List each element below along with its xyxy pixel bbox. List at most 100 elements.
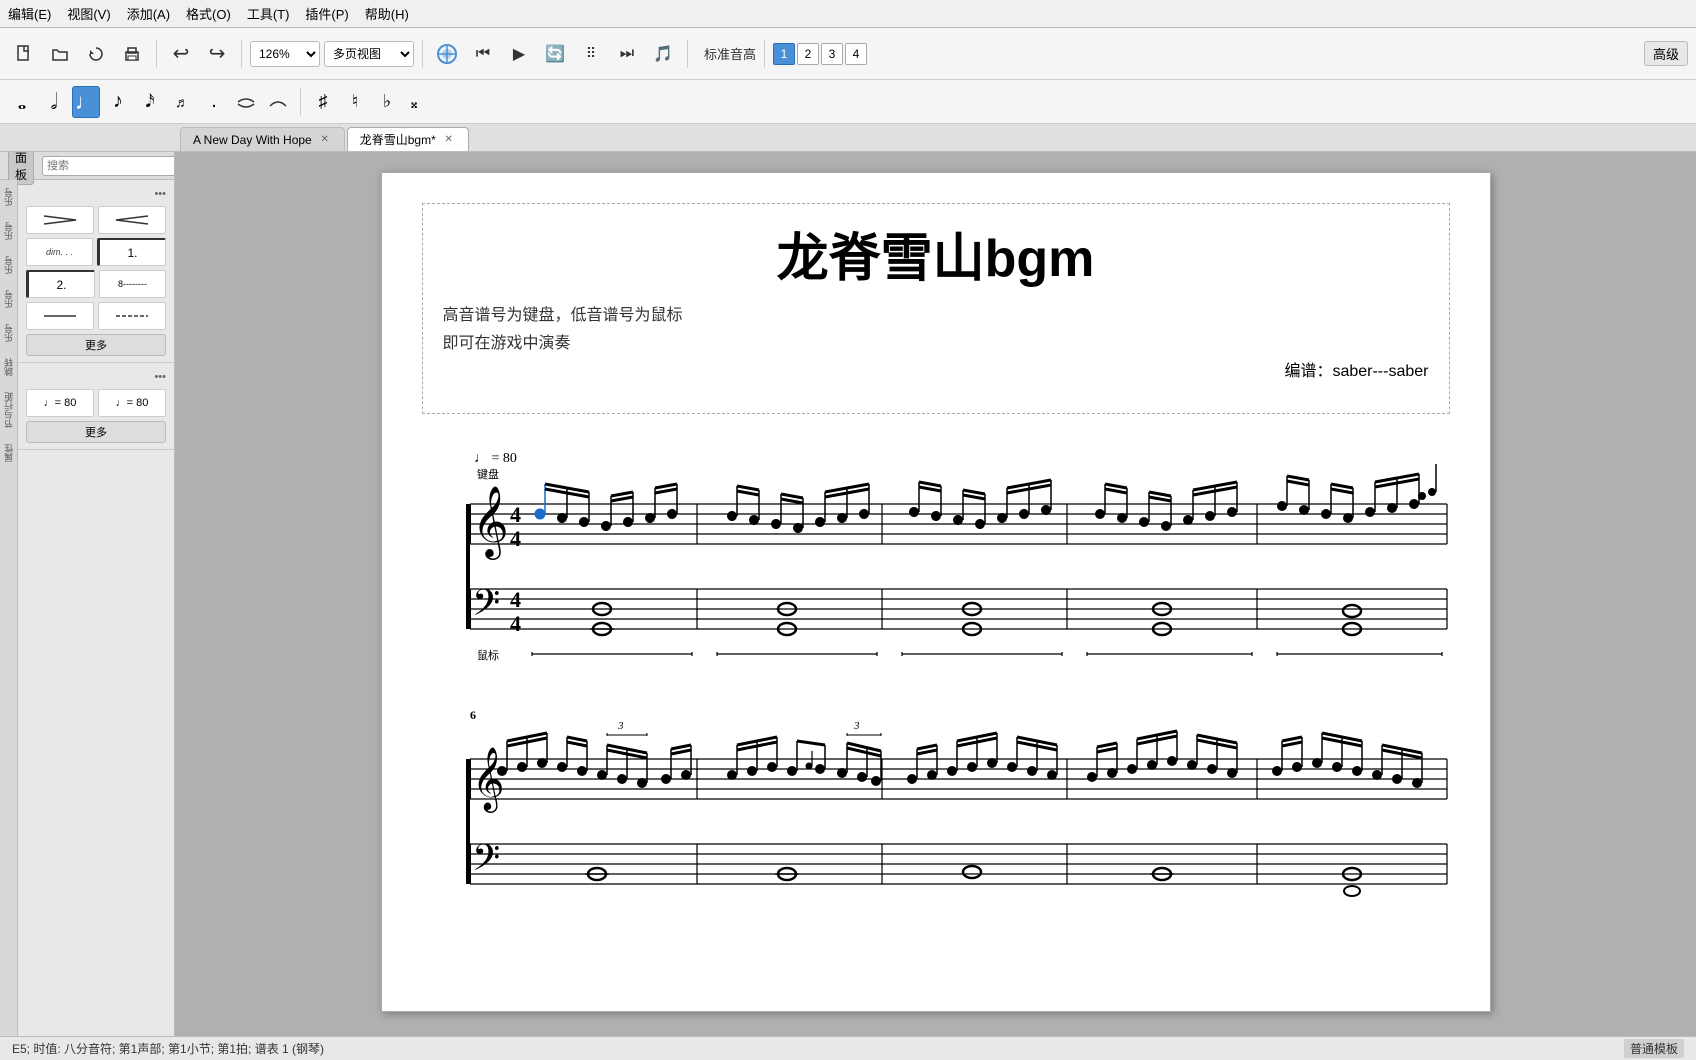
menu-help[interactable]: 帮助(H) bbox=[365, 4, 409, 23]
measure-6-number: 6 bbox=[470, 708, 476, 722]
decrescendo-symbol[interactable] bbox=[98, 206, 166, 234]
svg-text:4: 4 bbox=[510, 526, 521, 551]
line-symbol1[interactable] bbox=[26, 302, 94, 330]
tab-longji-close[interactable]: ✕ bbox=[442, 133, 456, 147]
mixer-button[interactable] bbox=[431, 38, 463, 70]
tempo-more-dots[interactable]: ••• bbox=[150, 369, 170, 385]
voice-2-button[interactable]: 2 bbox=[797, 43, 819, 65]
mode-label: 普通模板 bbox=[1624, 1039, 1684, 1058]
tempo-more-btn[interactable]: 更多 bbox=[26, 421, 166, 443]
dotted-note-button[interactable]: . bbox=[200, 86, 228, 118]
eighth-note-button[interactable]: ♪ bbox=[104, 86, 132, 118]
quarter-note-button[interactable]: ♩ bbox=[72, 86, 100, 118]
undo-button[interactable]: ↩ bbox=[165, 38, 197, 70]
tempo-row: ♩= 80 ♩= 80 bbox=[18, 387, 174, 419]
side-label-spacing[interactable]: 节与行距 bbox=[0, 384, 17, 436]
menu-view[interactable]: 视图(V) bbox=[67, 4, 110, 23]
natural-button[interactable]: ♮ bbox=[341, 86, 369, 118]
sixteenth-note-button[interactable]: 𝅘𝅥𝅯 bbox=[136, 86, 164, 118]
svg-text:4: 4 bbox=[510, 611, 521, 636]
dynamics-row1 bbox=[18, 204, 174, 236]
menu-bar: 编辑(E) 视图(V) 添加(A) 格式(O) 工具(T) 插件(P) 帮助(H… bbox=[0, 0, 1696, 28]
side-label-4[interactable]: 乐号 bbox=[0, 282, 17, 316]
svg-text:键盘: 键盘 bbox=[477, 467, 499, 481]
score-header: 龙脊雪山bgm 高音谱号为键盘，低音谱号为鼠标 即可在游戏中演奏 编谱：sabe… bbox=[422, 203, 1450, 414]
double-sharp-button[interactable]: 𝄪 bbox=[405, 86, 433, 118]
treble-staff: 𝄞 4 4 bbox=[470, 464, 1447, 560]
standard-pitch-label: 标准音高 bbox=[704, 44, 756, 63]
print-button[interactable] bbox=[116, 38, 148, 70]
zoom-select[interactable]: 126% 100% 75% 150% bbox=[250, 41, 320, 67]
search-input[interactable] bbox=[42, 156, 175, 176]
tempo-value-1: ♩= 80 bbox=[44, 397, 77, 409]
dim-symbol[interactable]: dim. . . bbox=[26, 238, 93, 266]
crescendo-symbol[interactable] bbox=[26, 206, 94, 234]
tab-new-day[interactable]: A New Day With Hope ✕ bbox=[180, 127, 345, 151]
side-label-5[interactable]: 乐号 bbox=[0, 316, 17, 350]
menu-plugins[interactable]: 插件(P) bbox=[305, 4, 348, 23]
voice-4-button[interactable]: 4 bbox=[845, 43, 867, 65]
thirty-second-note-button[interactable]: ♬ bbox=[168, 86, 196, 118]
svg-text:𝄢: 𝄢 bbox=[472, 583, 500, 632]
refresh-button[interactable] bbox=[80, 38, 112, 70]
tab-longji[interactable]: 龙脊雪山bgm* ✕ bbox=[347, 127, 469, 151]
voice-1-button[interactable]: 1 bbox=[773, 43, 795, 65]
half-note-button[interactable]: 𝅗𝅥 bbox=[40, 86, 68, 118]
play-button[interactable]: ▶ bbox=[503, 38, 535, 70]
line-symbol2[interactable] bbox=[98, 302, 166, 330]
tab-new-day-close[interactable]: ✕ bbox=[318, 133, 332, 147]
tempo-box-1[interactable]: ♩= 80 bbox=[26, 389, 94, 417]
side-label-2[interactable]: 乐号 bbox=[0, 214, 17, 248]
metronome-button[interactable]: ⠿ bbox=[575, 38, 607, 70]
menu-edit[interactable]: 编辑(E) bbox=[8, 4, 51, 23]
selected-note[interactable] bbox=[535, 509, 545, 519]
tempo-box-2[interactable]: ♩= 80 bbox=[98, 389, 166, 417]
dynamics-more-dots[interactable]: ••• bbox=[150, 186, 170, 202]
flat-button[interactable]: ♭ bbox=[373, 86, 401, 118]
tie-button[interactable] bbox=[232, 86, 260, 118]
side-label-3[interactable]: 乐号 bbox=[0, 248, 17, 282]
side-label-props[interactable]: 属性 bbox=[0, 436, 17, 470]
menu-add[interactable]: 添加(A) bbox=[127, 4, 170, 23]
svg-text:𝄢: 𝄢 bbox=[472, 838, 500, 887]
open-button[interactable] bbox=[44, 38, 76, 70]
voice-3-button[interactable]: 3 bbox=[821, 43, 843, 65]
dynamics-row3: 2. 8-------- bbox=[18, 268, 174, 300]
view-mode-select[interactable]: 多页视图 单页视图 bbox=[324, 41, 414, 67]
svg-text:3: 3 bbox=[853, 720, 860, 732]
bass-staff: 𝄢 4 4 bbox=[470, 583, 1447, 662]
volta-2-symbol[interactable]: 2. bbox=[26, 270, 95, 298]
go-end-button[interactable]: ⏭ bbox=[611, 38, 643, 70]
main-toolbar: ↩ ↪ 126% 100% 75% 150% 多页视图 单页视图 ⏮ ▶ 🔄 ⠿… bbox=[0, 28, 1696, 80]
main-area: 面板 ✕ 乐号 乐号 乐号 乐号 乐号 跳转 节与行距 属性 ••• bbox=[0, 152, 1696, 1036]
staff-svg-1: ♩ = 80 键盘 𝄞 bbox=[422, 434, 1452, 664]
whole-note-button[interactable]: 𝅝 bbox=[8, 86, 36, 118]
left-panel: 面板 ✕ 乐号 乐号 乐号 乐号 乐号 跳转 节与行距 属性 ••• bbox=[0, 152, 175, 1036]
svg-text:4: 4 bbox=[510, 502, 521, 527]
menu-tools[interactable]: 工具(T) bbox=[247, 4, 290, 23]
svg-text:鼠标: 鼠标 bbox=[477, 648, 499, 662]
svg-text:𝄞: 𝄞 bbox=[472, 486, 509, 560]
dynamics-more-btn[interactable]: 更多 bbox=[26, 334, 166, 356]
side-label-jump[interactable]: 跳转 bbox=[0, 350, 17, 384]
advanced-button[interactable]: 高级 bbox=[1644, 41, 1688, 66]
new-button[interactable] bbox=[8, 38, 40, 70]
octave-line-symbol[interactable]: 8-------- bbox=[99, 270, 166, 298]
slur-button[interactable] bbox=[264, 86, 292, 118]
loop-button[interactable]: 🔄 bbox=[539, 38, 571, 70]
redo-button[interactable]: ↪ bbox=[201, 38, 233, 70]
staff-system-1: ♩ = 80 键盘 𝄞 bbox=[422, 434, 1450, 669]
tab-new-day-label: A New Day With Hope bbox=[193, 133, 312, 147]
status-info: E5; 时值: 八分音符; 第1声部; 第1小节; 第1拍; 谱表 1 (钢琴) bbox=[12, 1040, 324, 1057]
score-arranger: 编谱：saber---saber bbox=[443, 357, 1429, 381]
tempo-value-2: ♩= 80 bbox=[116, 397, 149, 409]
sharp-button[interactable]: ♯ bbox=[309, 86, 337, 118]
svg-text:3: 3 bbox=[617, 720, 624, 732]
go-start-button[interactable]: ⏮ bbox=[467, 38, 499, 70]
tuner-button[interactable]: 🎵 bbox=[647, 38, 679, 70]
volta-1-symbol[interactable]: 1. bbox=[97, 238, 166, 266]
side-label-1[interactable]: 乐号 bbox=[0, 180, 17, 214]
svg-text:♩ = 80: ♩ = 80 bbox=[474, 451, 517, 466]
score-area[interactable]: 龙脊雪山bgm 高音谱号为键盘，低音谱号为鼠标 即可在游戏中演奏 编谱：sabe… bbox=[175, 152, 1696, 1036]
menu-format[interactable]: 格式(O) bbox=[186, 4, 231, 23]
